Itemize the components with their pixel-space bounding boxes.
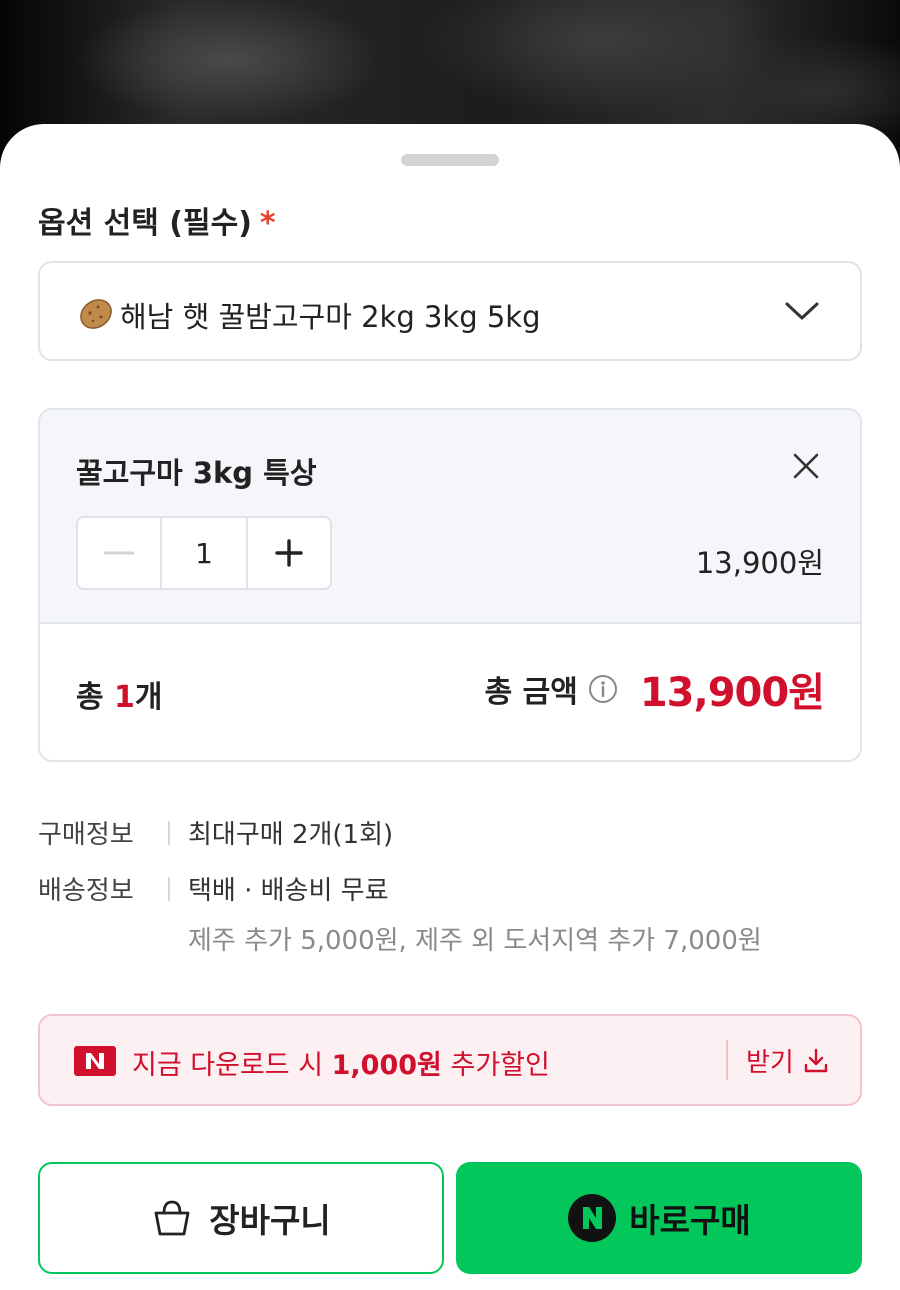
increase-button[interactable]: [246, 518, 330, 588]
shopping-bag-icon: [154, 1200, 190, 1236]
minus-icon: [104, 551, 134, 555]
item-name: 꿀고구마 3kg 특상: [76, 456, 317, 490]
shipping-info-value: 택배 · 배송비 무료: [188, 876, 389, 906]
coupon-text-prefix: 지금 다운로드 시: [132, 1050, 332, 1081]
purchase-info-value: 최대구매 2개(1회): [188, 820, 394, 850]
coupon-text-suffix: 추가할인: [441, 1050, 550, 1081]
sheet-drag-handle[interactable]: [401, 154, 499, 166]
coupon-divider: [726, 1040, 728, 1080]
required-mark: *: [259, 206, 276, 241]
item-price: 13,900원: [695, 546, 824, 580]
total-amount-value: 13,900원: [639, 670, 825, 716]
coupon-receive-label: 받기: [746, 1048, 794, 1078]
potato-icon: [80, 299, 112, 329]
coupon-text: 지금 다운로드 시 1,000원 추가할인: [132, 1043, 550, 1082]
naver-n-badge-icon: [74, 1046, 116, 1076]
info-divider: [168, 820, 170, 845]
decrease-button[interactable]: [78, 518, 162, 588]
selected-option-box: 꿀고구마 3kg 특상 1 13,900원 총 1개 총 금액 13,900원: [38, 408, 862, 762]
total-amount-row: 총 금액 13,900원: [484, 660, 825, 718]
section-title: 옵션 선택 (필수) *: [38, 198, 276, 242]
total-count-number: 1: [114, 680, 135, 715]
plus-icon: [275, 539, 303, 567]
download-icon: [804, 1048, 828, 1072]
chevron-down-icon: [785, 302, 819, 320]
shipping-info-row: 배송정보 택배 · 배송비 무료: [38, 870, 389, 907]
quantity-stepper: 1: [76, 516, 332, 590]
total-count-prefix: 총: [76, 680, 115, 715]
add-to-cart-button[interactable]: 장바구니: [38, 1162, 444, 1274]
coupon-amount: 1,000원: [331, 1050, 442, 1081]
purchase-info-row: 구매정보 최대구매 2개(1회): [38, 814, 393, 851]
info-icon[interactable]: [588, 674, 618, 704]
shipping-extra-fee: 제주 추가 5,000원, 제주 외 도서지역 추가 7,000원: [188, 926, 762, 956]
selected-option-item: 꿀고구마 3kg 특상 1 13,900원: [40, 410, 860, 624]
option-bottom-sheet: 옵션 선택 (필수) * 해남 햇 꿀밤고구마 2kg 3kg 5kg 꿀고구마 …: [0, 124, 900, 1290]
total-amount-label: 총 금액: [484, 675, 578, 710]
option-select-dropdown[interactable]: 해남 햇 꿀밤고구마 2kg 3kg 5kg: [38, 261, 862, 361]
total-count: 총 1개: [76, 672, 163, 716]
shipping-info-label: 배송정보: [38, 876, 134, 906]
buy-now-button[interactable]: 바로구매: [456, 1162, 862, 1274]
purchase-info-label: 구매정보: [38, 820, 134, 850]
buy-now-label: 바로구매: [629, 1201, 751, 1240]
total-count-suffix: 개: [134, 680, 163, 715]
quantity-value[interactable]: 1: [162, 518, 246, 588]
add-to-cart-label: 장바구니: [209, 1201, 331, 1240]
info-divider: [168, 876, 170, 901]
coupon-banner[interactable]: 지금 다운로드 시 1,000원 추가할인 받기: [38, 1014, 862, 1106]
naver-n-circle-icon: [568, 1194, 617, 1242]
option-select-value: 해남 햇 꿀밤고구마 2kg 3kg 5kg: [120, 300, 541, 334]
coupon-receive-button[interactable]: 받기: [746, 1042, 830, 1079]
section-title-text: 옵션 선택 (필수): [38, 206, 252, 241]
close-icon[interactable]: [792, 452, 820, 480]
